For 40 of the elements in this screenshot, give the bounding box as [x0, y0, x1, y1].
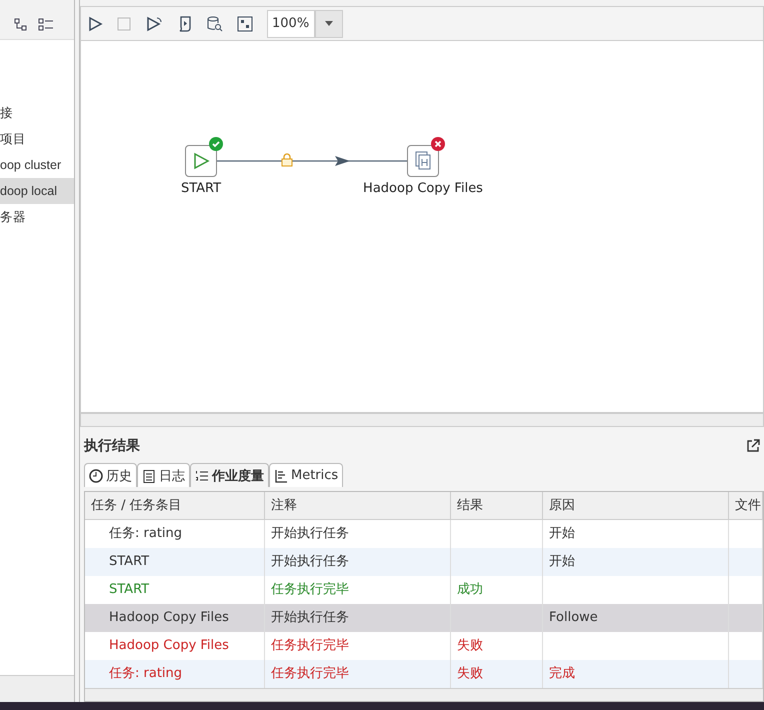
tab[interactable]: 作业度量 — [190, 463, 269, 488]
scrollbar[interactable] — [0, 675, 74, 702]
file-stack-icon — [414, 151, 432, 172]
database-search-icon[interactable] — [207, 16, 223, 32]
chart-icon — [274, 468, 288, 483]
node-label: Hadoop Copy Files — [363, 181, 483, 196]
run-icon[interactable] — [87, 16, 103, 32]
debug-run-icon[interactable] — [145, 16, 163, 32]
external-link-icon[interactable] — [746, 439, 760, 454]
clipboard-icon — [142, 468, 156, 483]
panel-title: 执行结果 — [84, 437, 140, 456]
zoom-field[interactable]: 100% — [267, 10, 315, 38]
play-icon — [192, 152, 210, 170]
tree-item[interactable]: 项目 — [0, 126, 74, 152]
tree-icon[interactable] — [14, 18, 28, 32]
tree-item[interactable]: 接 — [0, 100, 74, 126]
column-header[interactable]: 任务 / 任务条目 — [85, 492, 265, 520]
caret-icon — [325, 21, 333, 26]
tab[interactable]: 日志 — [137, 463, 190, 488]
column-header[interactable]: 原因 — [543, 492, 729, 520]
list-icon[interactable] — [38, 18, 54, 32]
tab[interactable]: Metrics — [269, 463, 344, 488]
column-header[interactable]: 结果 — [451, 492, 543, 520]
tree-item[interactable]: 务器 — [0, 204, 74, 230]
scrollbar[interactable] — [85, 688, 763, 702]
job-node[interactable] — [407, 145, 439, 178]
scrollbar[interactable] — [80, 413, 764, 428]
tree-item[interactable]: oop cluster — [0, 152, 74, 178]
job-node[interactable] — [185, 145, 217, 178]
numbered-list-icon — [195, 468, 209, 483]
clock-icon — [89, 468, 103, 483]
grid-icon[interactable] — [237, 16, 253, 32]
column-header[interactable]: 注释 — [265, 492, 451, 520]
tab[interactable]: 历史 — [84, 463, 137, 488]
script-icon[interactable] — [177, 16, 193, 32]
lock-icon — [281, 153, 293, 168]
dropdown-button[interactable] — [315, 10, 343, 38]
node-label: START — [180, 181, 222, 196]
column-header[interactable]: 文件 — [729, 492, 763, 520]
tree-item[interactable]: doop local — [0, 178, 74, 204]
